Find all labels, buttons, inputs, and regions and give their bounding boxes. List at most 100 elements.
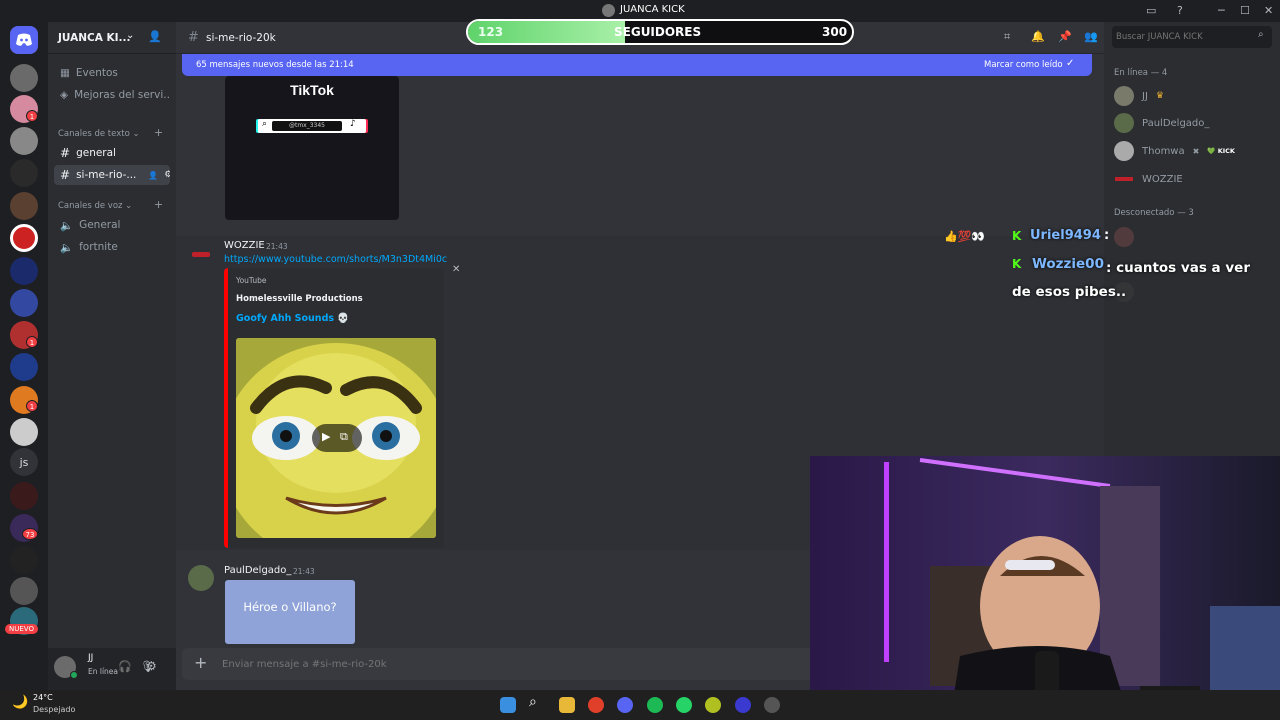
chat-username: Uriel9494 [1030, 228, 1101, 243]
search-bar[interactable]: ⌕ [1112, 26, 1272, 48]
minimize-icon[interactable]: ─ [1218, 4, 1225, 17]
chat-message: : cuantos vas a ver de esos pibes.. [1012, 260, 1250, 300]
server-icon[interactable] [10, 482, 38, 510]
message-author[interactable]: PaulDelgado_ [224, 565, 291, 576]
channel-si-me-rio[interactable]: # si-me-rio-... 👤 ⚙ [54, 165, 170, 185]
message-timestamp: 21:43 [266, 242, 288, 251]
hashtag-icon: # [60, 168, 71, 182]
server-icon[interactable] [10, 64, 38, 92]
follower-count: 123 [478, 25, 504, 39]
webcam-image [810, 456, 1280, 720]
embed-title[interactable]: Goofy Ahh Sounds 💀 [236, 313, 349, 324]
avatar[interactable] [188, 565, 214, 591]
channel-label: fortnite [79, 241, 118, 253]
taskbar: 🌙 24°C Despejado [0, 690, 1280, 720]
tiktok-embed[interactable]: TikTok ⌕ @tmx_3345 ♪ [225, 76, 399, 220]
member-name: JJ [1142, 90, 1148, 102]
mark-read-icon: ✓ [1066, 58, 1075, 69]
gear-icon[interactable]: ⚙ [164, 170, 170, 180]
threads-icon[interactable]: ⌗ [1004, 30, 1010, 44]
browser-icon[interactable] [705, 697, 721, 713]
server-icon[interactable] [10, 127, 38, 155]
video-thumbnail[interactable]: ▶ ⧉ [236, 338, 436, 538]
bell-icon[interactable]: 🔔 [1031, 30, 1045, 43]
pin-icon[interactable]: 📌 [1058, 30, 1072, 43]
server-icon[interactable] [10, 257, 38, 285]
windows-start-icon[interactable] [500, 697, 516, 713]
discord-taskbar-icon[interactable] [617, 697, 633, 713]
kick-badge-label: KICK [1217, 147, 1235, 155]
channel-label: General [79, 219, 121, 231]
avatar [1114, 86, 1134, 106]
play-icon[interactable]: ▶ [322, 430, 330, 443]
invite-icon[interactable]: 👤 [148, 171, 158, 180]
server-header[interactable]: JUANCA KI... ⌄ 👤 [48, 22, 176, 54]
inbox-icon[interactable]: ▭ [1146, 4, 1156, 17]
open-external-icon[interactable]: ⧉ [340, 430, 348, 444]
server-icon[interactable] [10, 192, 38, 220]
add-channel-icon[interactable]: + [154, 126, 163, 139]
member-item[interactable]: JJ ♛ [1114, 84, 1164, 108]
video-controls: ▶ ⧉ [312, 424, 362, 452]
category-text-channels[interactable]: Canales de texto ⌄ [58, 129, 140, 139]
close-embed-icon[interactable]: ✕ [452, 264, 460, 275]
message-author[interactable]: WOZZIE [224, 240, 265, 251]
discord-home-icon[interactable] [10, 26, 38, 54]
category-voice-channels[interactable]: Canales de voz ⌄ [58, 201, 132, 211]
speaker-icon: 🔈 [60, 219, 74, 232]
new-messages-bar[interactable]: 65 mensajes nuevos desde las 21:14 Marca… [182, 54, 1092, 76]
whatsapp-icon[interactable] [676, 697, 692, 713]
server-icon-js[interactable]: js [10, 448, 38, 476]
category-label: Canales de texto [58, 129, 130, 139]
obs-icon[interactable] [764, 697, 780, 713]
maximize-icon[interactable]: ☐ [1240, 4, 1250, 17]
follower-goal-overlay: 123 SEGUIDORES 300 [466, 19, 854, 45]
search-input[interactable] [1116, 29, 1246, 45]
username: JJ [88, 653, 94, 663]
server-icon[interactable] [10, 289, 38, 317]
server-icon[interactable] [10, 577, 38, 605]
invite-icon[interactable]: 👤 [148, 30, 162, 43]
message-input[interactable] [222, 655, 782, 673]
member-name: PaulDelgado_ [1142, 117, 1210, 129]
boost-icon: ◈ [60, 89, 69, 101]
member-item[interactable]: Thomwa ✖ 💚 KICK [1114, 139, 1235, 163]
mark-as-read-button[interactable]: Marcar como leído [984, 60, 1063, 70]
image-attachment[interactable]: Héroe o Villano? [225, 580, 355, 644]
members-icon[interactable]: 👥 [1084, 30, 1098, 43]
server-icon[interactable] [10, 224, 38, 252]
server-icon[interactable] [10, 353, 38, 381]
app-icon[interactable] [735, 697, 751, 713]
follower-goal: 300 [822, 25, 848, 39]
sidebar-item-events[interactable]: ▦ Eventos [54, 63, 170, 83]
file-explorer-icon[interactable] [559, 697, 575, 713]
voice-channel-general[interactable]: 🔈 General [54, 215, 170, 235]
add-channel-icon[interactable]: + [154, 198, 163, 211]
embed-author[interactable]: Homelessville Productions [236, 294, 363, 304]
server-icon[interactable] [10, 159, 38, 187]
search-icon[interactable]: ⌕ [529, 694, 545, 710]
voice-channel-fortnite[interactable]: 🔈 fortnite [54, 237, 170, 257]
headphones-icon[interactable]: 🎧 [118, 660, 132, 673]
chrome-icon[interactable] [588, 697, 604, 713]
sidebar-item-label: Eventos [75, 67, 118, 79]
member-item[interactable]: WOZZIE [1114, 167, 1183, 191]
server-icon[interactable] [10, 546, 38, 574]
webcam-feed [810, 456, 1280, 720]
member-name: Thomwa [1142, 145, 1185, 157]
message-link[interactable]: https://www.youtube.com/shorts/M3n3Dt4Mi… [224, 254, 447, 265]
settings-gear-icon[interactable]: ⚙ [146, 659, 157, 673]
spotify-icon[interactable] [647, 697, 663, 713]
user-status: En línea [88, 667, 119, 676]
member-item[interactable]: PaulDelgado_ [1114, 111, 1209, 135]
avatar[interactable] [190, 244, 212, 266]
channel-general[interactable]: # general [54, 143, 170, 163]
channel-title: si-me-rio-20k [206, 32, 276, 44]
chevron-down-icon: ⌄ [126, 30, 135, 41]
add-attachment-icon[interactable]: + [194, 653, 207, 672]
help-icon[interactable]: ? [1177, 4, 1183, 17]
server-icon[interactable] [10, 418, 38, 446]
close-window-icon[interactable]: ✕ [1264, 4, 1273, 17]
sidebar-item-boosts[interactable]: ◈ Mejoras del servi... [54, 85, 170, 105]
embed-provider: YouTube [236, 276, 267, 285]
